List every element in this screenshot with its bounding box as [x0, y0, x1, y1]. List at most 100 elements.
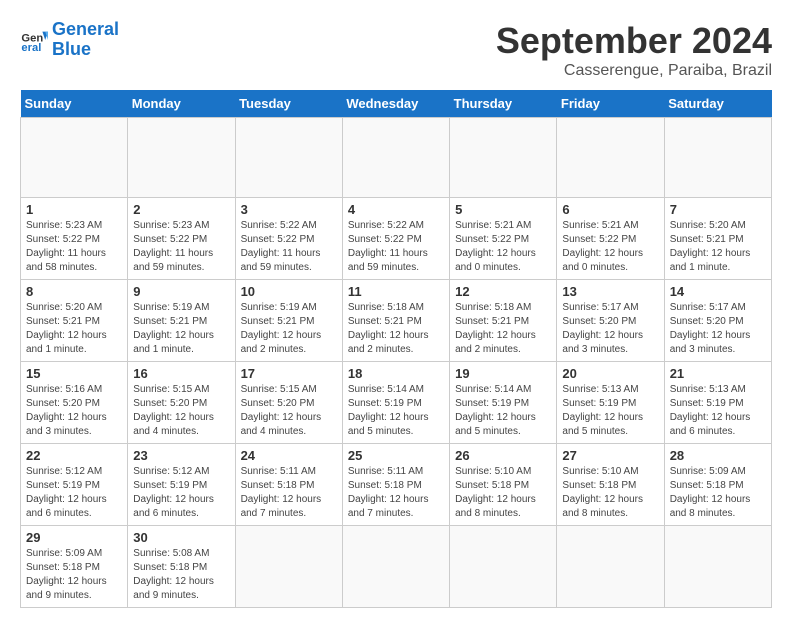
day-info: Sunrise: 5:15 AM Sunset: 5:20 PM Dayligh…: [241, 383, 337, 439]
day-info: Sunrise: 5:18 AM Sunset: 5:21 PM Dayligh…: [455, 301, 551, 357]
week-row-6: 29 Sunrise: 5:09 AM Sunset: 5:18 PM Dayli…: [21, 526, 772, 608]
calendar-cell: 15Sunrise: 5:16 AM Sunset: 5:20 PM Dayli…: [21, 362, 128, 444]
month-title: September 2024: [496, 20, 772, 62]
day-info: Sunrise: 5:11 AM Sunset: 5:18 PM Dayligh…: [348, 465, 444, 521]
calendar-cell: [21, 118, 128, 198]
day-number: 20: [562, 366, 658, 381]
day-info: Sunrise: 5:08 AM Sunset: 5:18 PM Dayligh…: [133, 547, 229, 603]
day-number: 12: [455, 284, 551, 299]
weekday-header-friday: Friday: [557, 90, 664, 118]
day-info: Sunrise: 5:14 AM Sunset: 5:19 PM Dayligh…: [455, 383, 551, 439]
day-number: 14: [670, 284, 766, 299]
week-row-2: 1Sunrise: 5:23 AM Sunset: 5:22 PM Daylig…: [21, 198, 772, 280]
calendar-cell: 17Sunrise: 5:15 AM Sunset: 5:20 PM Dayli…: [235, 362, 342, 444]
day-info: Sunrise: 5:12 AM Sunset: 5:19 PM Dayligh…: [26, 465, 122, 521]
day-info: Sunrise: 5:09 AM Sunset: 5:18 PM Dayligh…: [26, 547, 122, 603]
day-number: 9: [133, 284, 229, 299]
day-info: Sunrise: 5:13 AM Sunset: 5:19 PM Dayligh…: [670, 383, 766, 439]
day-number: 29: [26, 530, 122, 545]
location-subtitle: Casserengue, Paraiba, Brazil: [496, 62, 772, 80]
day-number: 18: [348, 366, 444, 381]
day-number: 26: [455, 448, 551, 463]
day-info: Sunrise: 5:22 AM Sunset: 5:22 PM Dayligh…: [241, 219, 337, 275]
calendar-cell: 19 Sunrise: 5:14 AM Sunset: 5:19 PM Dayli…: [450, 362, 557, 444]
day-number: 19: [455, 366, 551, 381]
day-info: Sunrise: 5:11 AM Sunset: 5:18 PM Dayligh…: [241, 465, 337, 521]
day-number: 22: [26, 448, 122, 463]
day-info: Sunrise: 5:19 AM Sunset: 5:21 PM Dayligh…: [241, 301, 337, 357]
day-number: 8: [26, 284, 122, 299]
day-info: Sunrise: 5:14 AM Sunset: 5:19 PM Dayligh…: [348, 383, 444, 439]
day-number: 28: [670, 448, 766, 463]
calendar-cell: 22 Sunrise: 5:12 AM Sunset: 5:19 PM Dayli…: [21, 444, 128, 526]
day-number: 16: [133, 366, 229, 381]
calendar-cell: 25 Sunrise: 5:11 AM Sunset: 5:18 PM Dayli…: [342, 444, 449, 526]
logo: Gen eral General Blue: [20, 20, 119, 60]
calendar-cell: 26 Sunrise: 5:10 AM Sunset: 5:18 PM Dayli…: [450, 444, 557, 526]
day-info: Sunrise: 5:10 AM Sunset: 5:18 PM Dayligh…: [562, 465, 658, 521]
calendar-cell: 3 Sunrise: 5:22 AM Sunset: 5:22 PM Daylig…: [235, 198, 342, 280]
weekday-header-saturday: Saturday: [664, 90, 771, 118]
weekday-header-wednesday: Wednesday: [342, 90, 449, 118]
day-info: Sunrise: 5:23 AM Sunset: 5:22 PM Dayligh…: [26, 219, 122, 275]
calendar-cell: [235, 526, 342, 608]
calendar-cell: 6 Sunrise: 5:21 AM Sunset: 5:22 PM Daylig…: [557, 198, 664, 280]
day-info: Sunrise: 5:21 AM Sunset: 5:22 PM Dayligh…: [455, 219, 551, 275]
weekday-header-sunday: Sunday: [21, 90, 128, 118]
calendar-cell: [342, 118, 449, 198]
svg-text:eral: eral: [21, 42, 41, 54]
calendar-cell: [450, 526, 557, 608]
title-block: September 2024 Casserengue, Paraiba, Bra…: [496, 20, 772, 80]
day-number: 21: [670, 366, 766, 381]
calendar-cell: [557, 118, 664, 198]
calendar-cell: 27Sunrise: 5:10 AM Sunset: 5:18 PM Dayli…: [557, 444, 664, 526]
day-info: Sunrise: 5:09 AM Sunset: 5:18 PM Dayligh…: [670, 465, 766, 521]
calendar-cell: 12 Sunrise: 5:18 AM Sunset: 5:21 PM Dayli…: [450, 280, 557, 362]
calendar-cell: 4Sunrise: 5:22 AM Sunset: 5:22 PM Daylig…: [342, 198, 449, 280]
day-info: Sunrise: 5:17 AM Sunset: 5:20 PM Dayligh…: [562, 301, 658, 357]
calendar-cell: [342, 526, 449, 608]
week-row-3: 8 Sunrise: 5:20 AM Sunset: 5:21 PM Daylig…: [21, 280, 772, 362]
calendar-cell: [664, 526, 771, 608]
calendar-cell: [557, 526, 664, 608]
calendar-cell: [128, 118, 235, 198]
day-number: 23: [133, 448, 229, 463]
calendar-cell: 24 Sunrise: 5:11 AM Sunset: 5:18 PM Dayli…: [235, 444, 342, 526]
day-number: 5: [455, 202, 551, 217]
calendar-cell: 21 Sunrise: 5:13 AM Sunset: 5:19 PM Dayli…: [664, 362, 771, 444]
day-info: Sunrise: 5:16 AM Sunset: 5:20 PM Dayligh…: [26, 383, 122, 439]
day-number: 10: [241, 284, 337, 299]
day-info: Sunrise: 5:21 AM Sunset: 5:22 PM Dayligh…: [562, 219, 658, 275]
week-row-4: 15Sunrise: 5:16 AM Sunset: 5:20 PM Dayli…: [21, 362, 772, 444]
day-number: 25: [348, 448, 444, 463]
calendar-cell: 16 Sunrise: 5:15 AM Sunset: 5:20 PM Dayli…: [128, 362, 235, 444]
calendar-cell: 14Sunrise: 5:17 AM Sunset: 5:20 PM Dayli…: [664, 280, 771, 362]
weekday-header-monday: Monday: [128, 90, 235, 118]
day-info: Sunrise: 5:19 AM Sunset: 5:21 PM Dayligh…: [133, 301, 229, 357]
day-info: Sunrise: 5:22 AM Sunset: 5:22 PM Dayligh…: [348, 219, 444, 275]
calendar-cell: 7Sunrise: 5:20 AM Sunset: 5:21 PM Daylig…: [664, 198, 771, 280]
calendar-cell: 11Sunrise: 5:18 AM Sunset: 5:21 PM Dayli…: [342, 280, 449, 362]
day-info: Sunrise: 5:12 AM Sunset: 5:19 PM Dayligh…: [133, 465, 229, 521]
calendar-cell: 29 Sunrise: 5:09 AM Sunset: 5:18 PM Dayli…: [21, 526, 128, 608]
day-number: 24: [241, 448, 337, 463]
calendar-cell: 9 Sunrise: 5:19 AM Sunset: 5:21 PM Daylig…: [128, 280, 235, 362]
day-info: Sunrise: 5:13 AM Sunset: 5:19 PM Dayligh…: [562, 383, 658, 439]
calendar-cell: 20 Sunrise: 5:13 AM Sunset: 5:19 PM Dayli…: [557, 362, 664, 444]
day-info: Sunrise: 5:10 AM Sunset: 5:18 PM Dayligh…: [455, 465, 551, 521]
calendar-cell: [664, 118, 771, 198]
day-info: Sunrise: 5:20 AM Sunset: 5:21 PM Dayligh…: [26, 301, 122, 357]
week-row-1: [21, 118, 772, 198]
calendar-cell: 1Sunrise: 5:23 AM Sunset: 5:22 PM Daylig…: [21, 198, 128, 280]
calendar-cell: 23 Sunrise: 5:12 AM Sunset: 5:19 PM Dayli…: [128, 444, 235, 526]
day-info: Sunrise: 5:15 AM Sunset: 5:20 PM Dayligh…: [133, 383, 229, 439]
day-number: 6: [562, 202, 658, 217]
calendar-cell: 5 Sunrise: 5:21 AM Sunset: 5:22 PM Daylig…: [450, 198, 557, 280]
calendar-cell: 30Sunrise: 5:08 AM Sunset: 5:18 PM Dayli…: [128, 526, 235, 608]
calendar-cell: [235, 118, 342, 198]
day-number: 3: [241, 202, 337, 217]
calendar-cell: 28 Sunrise: 5:09 AM Sunset: 5:18 PM Dayli…: [664, 444, 771, 526]
day-info: Sunrise: 5:18 AM Sunset: 5:21 PM Dayligh…: [348, 301, 444, 357]
day-number: 2: [133, 202, 229, 217]
logo-text: General Blue: [52, 20, 119, 60]
